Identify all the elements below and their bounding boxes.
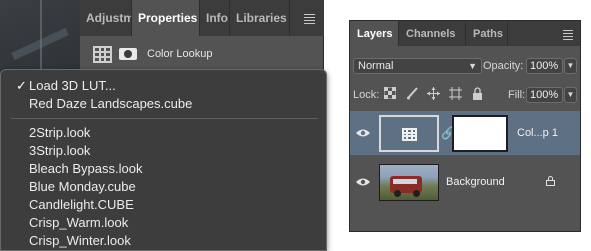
lut-dropdown-menu: ✓ Load 3D LUT... Red Daze Landscapes.cub… — [0, 69, 327, 251]
menu-item-blue-monday[interactable]: Blue Monday.cube — [29, 179, 136, 194]
photo-detail — [394, 190, 401, 197]
layer-row-background[interactable]: Background — [350, 160, 580, 204]
menu-item-crisp-winter[interactable]: Crisp_Winter.look — [29, 233, 131, 248]
properties-tab-bar: Adjustm Properties Info Libraries — [80, 0, 324, 36]
adjustment-label: Color Lookup — [147, 48, 213, 60]
layer-mask-icon[interactable] — [119, 48, 137, 60]
color-lookup-grid-icon — [402, 128, 417, 141]
fill-field[interactable]: 100% — [526, 87, 563, 103]
lock-artboard-icon[interactable] — [449, 87, 462, 100]
adjustment-header: Color Lookup — [80, 36, 324, 72]
menu-item-2strip[interactable]: 2Strip.look — [29, 125, 90, 140]
lock-position-move-icon[interactable] — [427, 87, 440, 100]
fill-label: Fill: — [508, 89, 526, 101]
layers-tab-bar: Layers Channels Paths — [350, 21, 580, 46]
layer-name[interactable]: Col...p 1 — [517, 127, 558, 139]
color-lookup-grid-icon[interactable] — [93, 45, 112, 63]
photo-detail — [413, 190, 420, 197]
menu-item-candlelight[interactable]: Candlelight.CUBE — [29, 197, 134, 212]
adjustment-thumbnail[interactable] — [379, 115, 439, 152]
tab-adjustments[interactable]: Adjustm — [80, 0, 132, 36]
tab-layers[interactable]: Layers — [350, 21, 399, 46]
fill-slider-toggle[interactable]: ▼ — [564, 87, 577, 103]
tab-info[interactable]: Info — [200, 0, 230, 36]
panel-menu-icon[interactable] — [563, 30, 573, 42]
visibility-eye-icon[interactable] — [356, 128, 370, 138]
visibility-eye-icon[interactable] — [356, 177, 370, 187]
menu-item-bleach-bypass[interactable]: Bleach Bypass.look — [29, 161, 142, 176]
blend-mode-value: Normal — [358, 60, 394, 72]
tab-channels[interactable]: Channels — [399, 21, 466, 46]
chevron-down-icon: ▼ — [468, 61, 477, 71]
panel-menu-icon[interactable] — [304, 14, 315, 26]
opacity-label: Opacity: — [483, 60, 524, 72]
tab-libraries[interactable]: Libraries — [230, 0, 290, 36]
lock-transparent-pixels-icon[interactable] — [383, 86, 396, 100]
menu-item-crisp-warm[interactable]: Crisp_Warm.look — [29, 215, 128, 230]
blend-mode-select[interactable]: Normal ▼ — [353, 58, 482, 74]
lock-image-pixels-brush-icon[interactable] — [405, 87, 418, 100]
menu-item-red-daze[interactable]: Red Daze Landscapes.cube — [29, 96, 192, 111]
opacity-slider-toggle[interactable]: ▼ — [564, 58, 577, 74]
layer-name[interactable]: Background — [446, 176, 505, 188]
menu-item-load-3d-lut[interactable]: Load 3D LUT... — [29, 78, 116, 93]
lock-label: Lock: — [353, 89, 380, 101]
menu-divider — [11, 118, 318, 119]
layer-mask-thumbnail[interactable] — [452, 115, 508, 152]
properties-panel: Adjustm Properties Info Libraries Color … — [80, 0, 324, 72]
tab-properties[interactable]: Properties — [132, 0, 200, 36]
lock-icon[interactable] — [546, 176, 555, 186]
background-thumbnail[interactable] — [379, 164, 439, 201]
checkmark-icon: ✓ — [16, 78, 27, 93]
tab-paths[interactable]: Paths — [466, 21, 508, 46]
layer-row-color-lookup[interactable]: 🔗 Col...p 1 — [350, 111, 580, 155]
menu-item-3strip[interactable]: 3Strip.look — [29, 143, 90, 158]
photo-detail — [40, 0, 42, 70]
layers-panel: Layers Channels Paths Normal ▼ Opacity: … — [349, 20, 581, 232]
opacity-field[interactable]: 100% — [526, 58, 563, 74]
lock-all-icon[interactable] — [471, 87, 484, 100]
